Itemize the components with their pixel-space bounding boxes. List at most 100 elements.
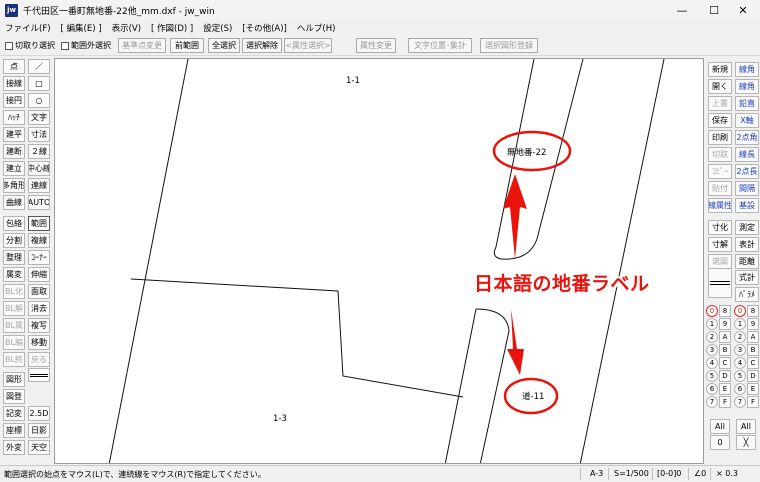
register-selection-button[interactable]: 選択図形登録 [480, 38, 538, 53]
right-tool-0-b[interactable]: 線角 [735, 62, 759, 77]
left-tool-1-a[interactable]: 接線 [3, 76, 25, 91]
layer-7-b[interactable]: F [747, 396, 759, 408]
layer-group-2[interactable]: 2 [706, 331, 718, 343]
layer-2[interactable]: 2 [734, 331, 746, 343]
drawing-canvas[interactable]: 1-1 1-3 無地番-22 道-11 日本語の地番ラベル [54, 58, 704, 464]
layer-group-6-b[interactable]: E [719, 383, 731, 395]
line-style-box[interactable] [28, 368, 50, 382]
layer-zero-button[interactable]: 0 [710, 435, 730, 450]
right-tool-12-b[interactable]: 式計 [735, 270, 759, 285]
left-tool-14-b[interactable]: 消去 [28, 301, 50, 316]
right-tool-13-b[interactable]: ﾊﾟﾗﾒ [735, 287, 759, 302]
attribute-change-button[interactable]: 属性変更 [356, 38, 396, 53]
right-tool-11-a[interactable]: 選図 [708, 254, 732, 269]
left-tool-21-a[interactable]: 座標 [3, 423, 25, 438]
zoom-indicator[interactable]: × 0.3 [716, 469, 738, 478]
close-button[interactable]: ✕ [726, 0, 760, 20]
layer-1-b[interactable]: 9 [747, 318, 759, 330]
left-tool-20-b[interactable]: 2.5D [28, 406, 50, 421]
left-tool-10-b[interactable]: 複線 [28, 233, 50, 248]
left-tool-21-b[interactable]: 日影 [28, 423, 50, 438]
left-tool-9-a[interactable]: 包絡 [3, 216, 25, 231]
layer-group-4[interactable]: 4 [706, 357, 718, 369]
minimize-button[interactable]: — [665, 0, 699, 20]
left-tool-19-a[interactable]: 図登 [3, 389, 25, 404]
left-tool-2-b[interactable]: ○ [28, 93, 50, 108]
left-tool-16-a[interactable]: BL編 [3, 335, 25, 350]
attribute-select-button[interactable]: <属性選択> [284, 38, 332, 53]
layer-group-5-b[interactable]: D [719, 370, 731, 382]
base-point-change-button[interactable]: 基準点変更 [118, 38, 166, 53]
layer-group-3-b[interactable]: B [719, 344, 731, 356]
layer-0[interactable]: 0 [734, 305, 746, 317]
menu-other[interactable]: [その他(A)] [237, 22, 292, 34]
menu-edit[interactable]: [ 編集(E) ] [56, 22, 107, 34]
right-tool-6-a[interactable]: ｺﾋﾟｰ [708, 164, 732, 179]
layer-group-5[interactable]: 5 [706, 370, 718, 382]
layer-group-3[interactable]: 3 [706, 344, 718, 356]
left-tool-12-a[interactable]: 属変 [3, 267, 25, 282]
left-tool-11-b[interactable]: ｺｰﾅｰ [28, 250, 50, 265]
left-tool-16-b[interactable]: 移動 [28, 335, 50, 350]
previous-range-button[interactable]: 前範囲 [170, 38, 204, 53]
layer-5-b[interactable]: D [747, 370, 759, 382]
left-tool-5-a[interactable]: 建断 [3, 144, 25, 159]
left-tool-5-b[interactable]: ２線 [28, 144, 50, 159]
left-tool-10-a[interactable]: 分割 [3, 233, 25, 248]
left-tool-17-b[interactable]: 戻る [28, 352, 50, 367]
left-tool-17-a[interactable]: BL終 [3, 352, 25, 367]
layer-3[interactable]: 3 [734, 344, 746, 356]
left-tool-3-a[interactable]: ﾊｯﾁ [3, 110, 25, 125]
menu-view[interactable]: 表示(V) [107, 22, 146, 34]
right-tool-8-b[interactable]: 基設 [735, 198, 759, 213]
deselect-button[interactable]: 選択解除 [242, 38, 282, 53]
left-tool-8-b[interactable]: AUTO [28, 195, 50, 210]
right-tool-9-b[interactable]: 測定 [735, 220, 759, 235]
right-tool-5-a[interactable]: 切取 [708, 147, 732, 162]
right-tool-3-b[interactable]: X軸 [735, 113, 759, 128]
layer-group-2-b[interactable]: A [719, 331, 731, 343]
line-style-box-right[interactable] [708, 268, 732, 298]
layer-3-b[interactable]: B [747, 344, 759, 356]
angle-indicator[interactable]: ∠0 [694, 469, 706, 478]
right-tool-4-a[interactable]: 印刷 [708, 130, 732, 145]
layer-6-b[interactable]: E [747, 383, 759, 395]
left-tool-6-b[interactable]: 中心線 [28, 161, 50, 176]
layer-x-button[interactable]: ╳ [736, 435, 756, 450]
left-tool-4-a[interactable]: 建平 [3, 127, 25, 142]
layer-6[interactable]: 6 [734, 383, 746, 395]
outside-select-checkbox[interactable]: 範囲外選択 [61, 40, 111, 51]
layer-group-0-b[interactable]: 8 [719, 305, 731, 317]
cut-select-checkbox[interactable]: 切取り選択 [5, 40, 55, 51]
layer-group-all-button[interactable]: All [710, 419, 730, 434]
right-tool-0-a[interactable]: 新規 [708, 62, 732, 77]
right-tool-2-b[interactable]: 鉛直 [735, 96, 759, 111]
right-tool-8-a[interactable]: 線属性 [708, 198, 732, 213]
layer-5[interactable]: 5 [734, 370, 746, 382]
layer-4-b[interactable]: C [747, 357, 759, 369]
left-tool-14-a[interactable]: BL解 [3, 301, 25, 316]
layer-group-0[interactable]: 0 [706, 305, 718, 317]
right-tool-10-a[interactable]: 寸解 [708, 237, 732, 252]
left-tool-8-a[interactable]: 曲線 [3, 195, 25, 210]
left-tool-7-a[interactable]: 多角形 [3, 178, 25, 193]
layer-1[interactable]: 1 [734, 318, 746, 330]
right-tool-9-a[interactable]: 寸化 [708, 220, 732, 235]
right-tool-7-b[interactable]: 間隔 [735, 181, 759, 196]
menu-settings[interactable]: 設定(S) [198, 22, 237, 34]
layer-group-6[interactable]: 6 [706, 383, 718, 395]
layer-0-b[interactable]: 8 [747, 305, 759, 317]
paper-size[interactable]: A-3 [590, 469, 603, 478]
right-tool-6-b[interactable]: 2点長 [735, 164, 759, 179]
right-tool-7-a[interactable]: 貼付 [708, 181, 732, 196]
select-all-button[interactable]: 全選択 [208, 38, 240, 53]
scale-indicator[interactable]: S=1/500 [614, 469, 649, 478]
right-tool-4-b[interactable]: 2点角 [735, 130, 759, 145]
layer-7[interactable]: 7 [734, 396, 746, 408]
left-tool-6-a[interactable]: 建立 [3, 161, 25, 176]
left-tool-22-b[interactable]: 天空 [28, 440, 50, 455]
left-tool-0-b[interactable]: ／ [28, 59, 50, 74]
right-tool-10-b[interactable]: 表計 [735, 237, 759, 252]
right-tool-5-b[interactable]: 線長 [735, 147, 759, 162]
left-tool-4-b[interactable]: 寸法 [28, 127, 50, 142]
